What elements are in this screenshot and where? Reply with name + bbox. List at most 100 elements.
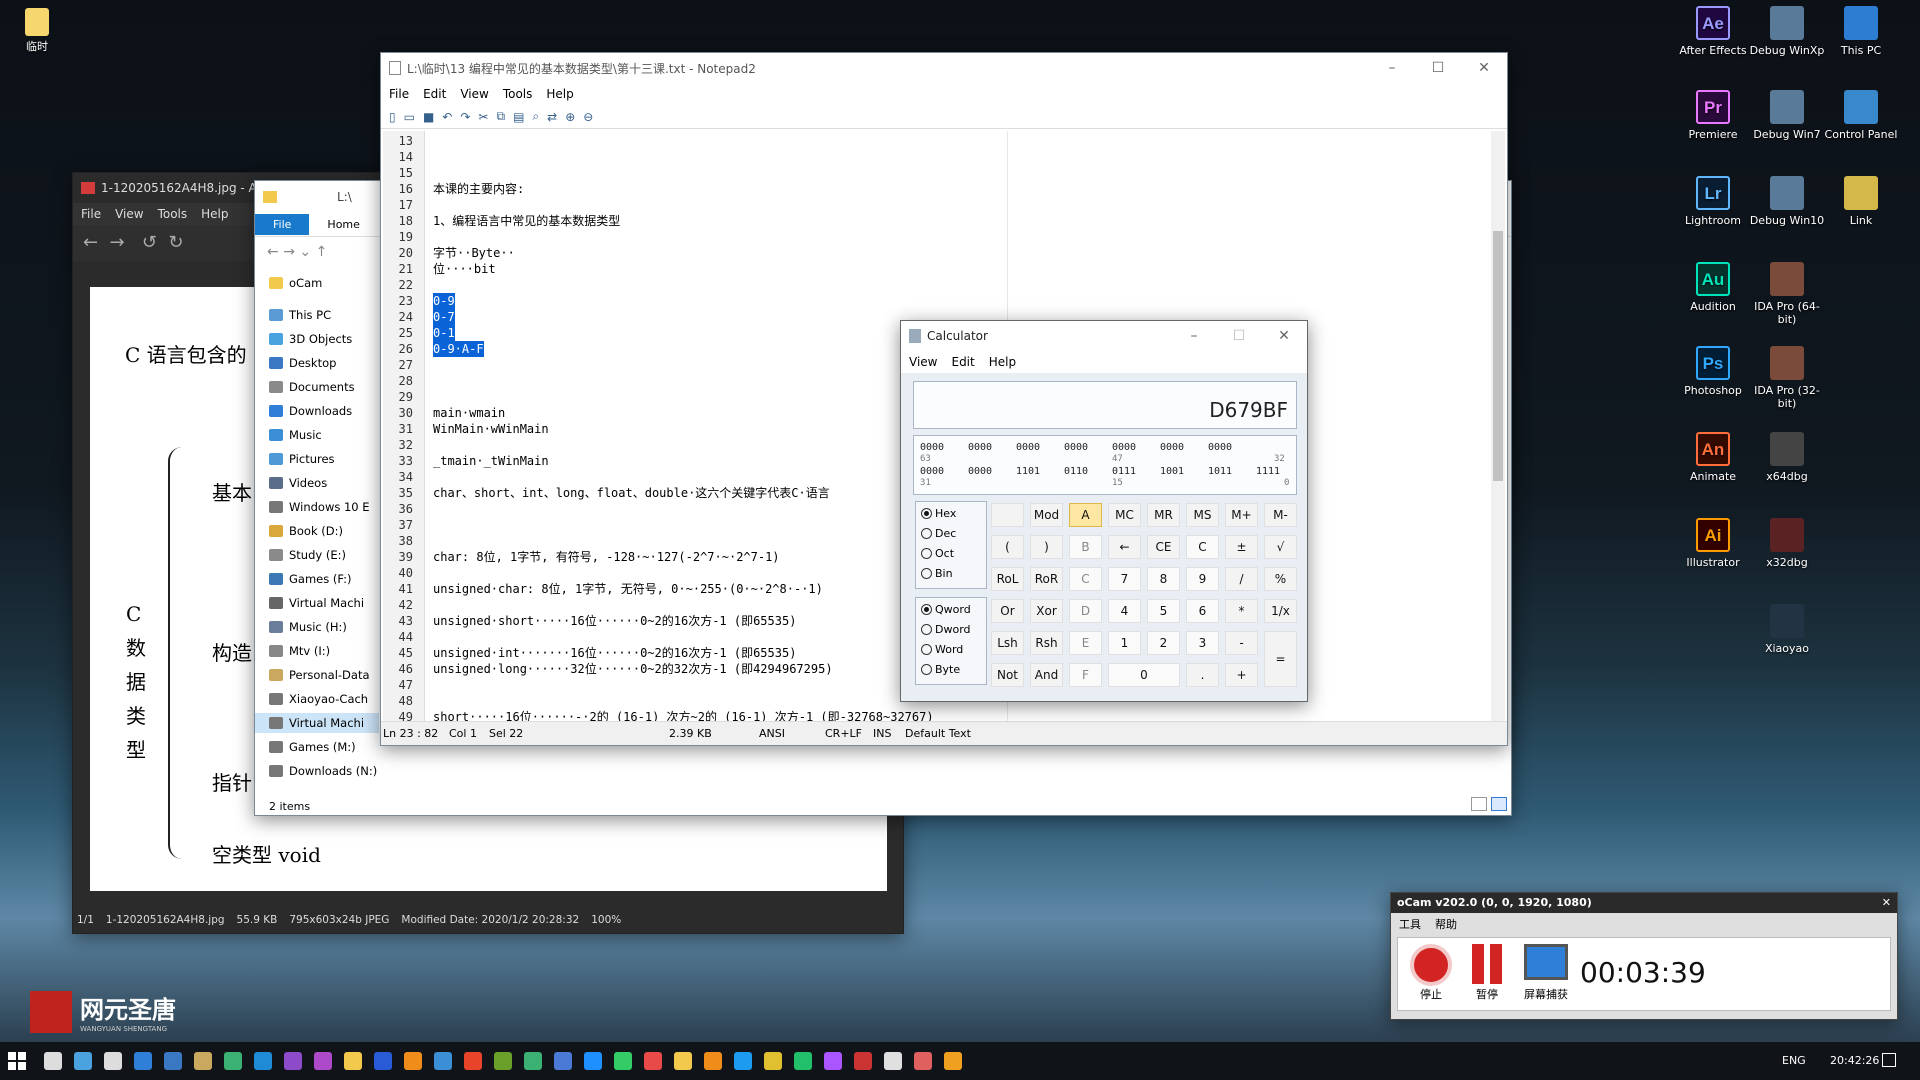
notepad-menu-file[interactable]: File (389, 87, 409, 101)
minimize-icon[interactable]: – (1369, 53, 1415, 83)
calc-key[interactable]: Xor (1030, 599, 1063, 623)
calc-key[interactable]: = (1264, 631, 1297, 687)
taskbar-app-icon[interactable] (194, 1052, 212, 1070)
calc-key[interactable]: + (1225, 663, 1258, 687)
calc-key[interactable]: RoR (1030, 567, 1063, 591)
taskbar-app-icon[interactable] (584, 1052, 602, 1070)
taskbar-app-icon[interactable] (614, 1052, 632, 1070)
calc-key[interactable]: M+ (1225, 503, 1258, 527)
acdsee-menu-tools[interactable]: Tools (158, 207, 188, 221)
view-details-icon[interactable] (1471, 797, 1487, 811)
desktop-icon[interactable]: Xiaoyao (1748, 604, 1826, 655)
taskbar-app-icon[interactable] (764, 1052, 782, 1070)
desktop-icon[interactable]: This PC (1822, 6, 1900, 57)
desktop-icon[interactable]: Debug Win10 (1748, 176, 1826, 227)
taskbar-app-icon[interactable] (854, 1052, 872, 1070)
nav-item[interactable]: Music (269, 425, 322, 445)
calc-key[interactable] (991, 503, 1024, 527)
calc-key[interactable]: 2 (1147, 631, 1180, 655)
zoom-out-icon[interactable]: ⊖ (583, 110, 593, 124)
forward-arrow-icon[interactable]: → (110, 232, 125, 253)
back-arrow-icon[interactable]: ← (267, 244, 279, 260)
nav-item[interactable]: Downloads (N:) (269, 761, 377, 781)
desktop-icon[interactable]: Ae After Effects (1674, 6, 1752, 57)
taskbar-app-icon[interactable] (74, 1052, 92, 1070)
calc-key[interactable]: ← (1108, 535, 1141, 559)
calc-key[interactable]: 1 (1108, 631, 1141, 655)
nav-item[interactable]: Mtv (I:) (269, 641, 330, 661)
calc-key[interactable]: A (1069, 503, 1102, 527)
calc-menu-view[interactable]: View (909, 355, 937, 369)
nav-item[interactable]: Study (E:) (269, 545, 346, 565)
calc-menu-edit[interactable]: Edit (951, 355, 974, 369)
close-icon[interactable]: ✕ (1261, 321, 1307, 351)
desktop-icon[interactable]: IDA Pro (32-bit) (1748, 346, 1826, 410)
nav-item[interactable]: Windows 10 E (269, 497, 370, 517)
calc-key[interactable]: And (1030, 663, 1063, 687)
radio-hex[interactable]: Hex (921, 507, 956, 520)
lang-indicator[interactable]: ENG (1782, 1054, 1806, 1067)
find-icon[interactable]: ⌕ (532, 109, 539, 124)
calc-key[interactable]: M- (1264, 503, 1297, 527)
rotate-left-icon[interactable]: ↺ (142, 232, 157, 253)
notepad-menu-help[interactable]: Help (546, 87, 573, 101)
back-arrow-icon[interactable]: ← (83, 232, 98, 253)
taskbar-app-icon[interactable] (104, 1052, 122, 1070)
radio-bin[interactable]: Bin (921, 567, 953, 580)
calc-key[interactable]: ± (1225, 535, 1258, 559)
desktop-icon[interactable]: x64dbg (1748, 432, 1826, 483)
taskbar-app-icon[interactable] (314, 1052, 332, 1070)
ocam-menu-tools[interactable]: 工具 (1399, 916, 1421, 932)
maximize-icon[interactable]: ☐ (1415, 53, 1461, 83)
calc-key[interactable]: 9 (1186, 567, 1219, 591)
stop-button[interactable]: 停止 (1406, 944, 1456, 1002)
nav-item[interactable]: Games (M:) (269, 737, 356, 757)
chevron-down-icon[interactable]: ⌄ (299, 244, 311, 260)
up-arrow-icon[interactable]: ↑ (316, 244, 328, 260)
minimize-icon[interactable]: – (1171, 321, 1217, 351)
open-folder-icon[interactable]: ▭ (404, 110, 415, 124)
radio-dec[interactable]: Dec (921, 527, 956, 540)
desktop-icon-folder[interactable]: 临时 (2, 8, 72, 53)
radio-oct[interactable]: Oct (921, 547, 954, 560)
radio-qword[interactable]: Qword (921, 603, 971, 616)
calc-key[interactable]: 0 (1108, 663, 1180, 687)
calc-key[interactable]: Rsh (1030, 631, 1063, 655)
taskbar-app-icon[interactable] (284, 1052, 302, 1070)
calc-key[interactable]: MR (1147, 503, 1180, 527)
calc-menu-help[interactable]: Help (989, 355, 1016, 369)
notepad-menu-tools[interactable]: Tools (503, 87, 533, 101)
taskbar-app-icon[interactable] (734, 1052, 752, 1070)
acdsee-menu-help[interactable]: Help (201, 207, 228, 221)
desktop-icon[interactable]: Debug WinXp (1748, 6, 1826, 57)
explorer-tab-home[interactable]: Home (309, 214, 377, 235)
taskbar-app-icon[interactable] (254, 1052, 272, 1070)
taskbar-app-icon[interactable] (644, 1052, 662, 1070)
calc-key[interactable]: C (1069, 567, 1102, 591)
desktop-icon[interactable]: x32dbg (1748, 518, 1826, 569)
nav-item[interactable]: This PC (269, 305, 331, 325)
calc-key[interactable]: MC (1108, 503, 1141, 527)
nav-item[interactable]: Music (H:) (269, 617, 347, 637)
taskbar-app-icon[interactable] (224, 1052, 242, 1070)
taskbar-app-icon[interactable] (164, 1052, 182, 1070)
nav-item[interactable]: 3D Objects (269, 329, 352, 349)
calc-key[interactable]: MS (1186, 503, 1219, 527)
taskbar-app-icon[interactable] (374, 1052, 392, 1070)
paste-icon[interactable]: ▤ (513, 110, 524, 124)
desktop-icon[interactable]: Ps Photoshop (1674, 346, 1752, 397)
calc-key[interactable]: 6 (1186, 599, 1219, 623)
calc-key[interactable]: Not (991, 663, 1024, 687)
forward-arrow-icon[interactable]: → (283, 244, 295, 260)
explorer-tab-file[interactable]: File (255, 214, 310, 235)
taskbar-app-icon[interactable] (404, 1052, 422, 1070)
nav-item[interactable]: oCam (269, 273, 322, 293)
desktop-icon[interactable]: Pr Premiere (1674, 90, 1752, 141)
calc-key[interactable]: . (1186, 663, 1219, 687)
notepad-menu-edit[interactable]: Edit (423, 87, 446, 101)
taskbar-app-icon[interactable] (44, 1052, 62, 1070)
close-icon[interactable]: ✕ (1461, 53, 1507, 83)
taskbar-app-icon[interactable] (134, 1052, 152, 1070)
rotate-right-icon[interactable]: ↻ (168, 232, 183, 253)
nav-item[interactable]: Book (D:) (269, 521, 343, 541)
